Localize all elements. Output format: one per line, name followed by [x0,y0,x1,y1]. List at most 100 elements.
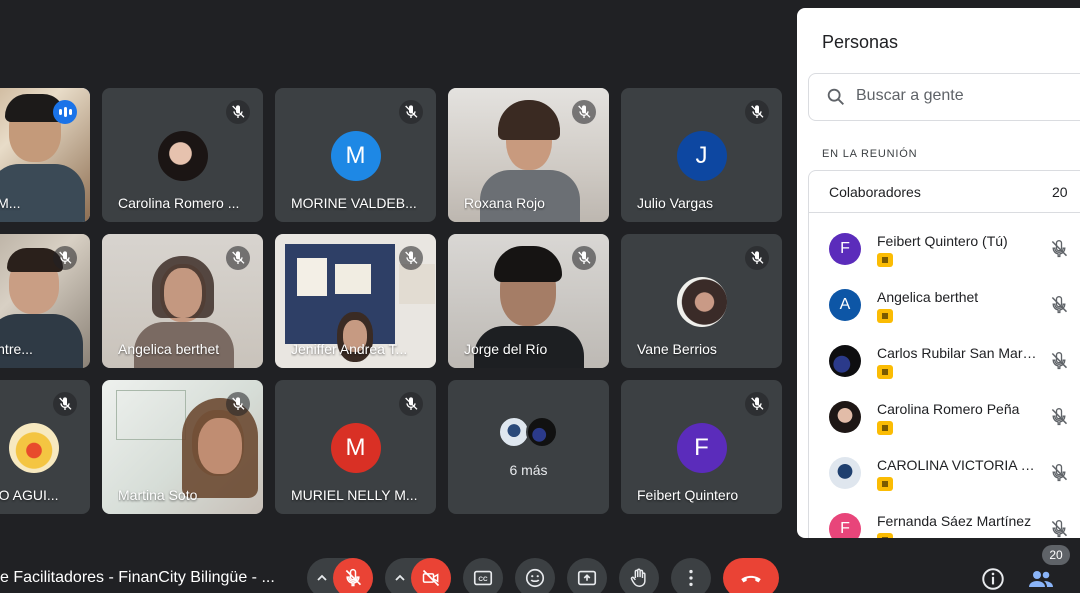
participant-tile[interactable]: Angelica berthet [102,234,263,368]
person-name: CAROLINA VICTORIA C... [877,457,1037,473]
raise-hand-button[interactable] [619,558,659,593]
participant-tile[interactable]: M MORINE VALDEB... [275,88,436,222]
reactions-button[interactable] [515,558,555,593]
mic-off-icon [226,100,250,124]
avatar [829,401,861,433]
mic-off-icon[interactable] [1049,295,1069,320]
captions-button[interactable]: CC [463,558,503,593]
mic-off-icon [53,246,77,270]
avatar [9,423,59,473]
more-options-button[interactable] [671,558,711,593]
person-name: Fernanda Sáez Martínez [877,513,1032,529]
participant-name: MURIEL NELLY M... [291,487,418,503]
participant-name: Feibert Quintero [637,487,739,503]
mic-off-icon[interactable] [1049,463,1069,488]
person-name: Angelica berthet [877,289,979,305]
collaborators-header[interactable]: Colaboradores 20 [809,171,1080,213]
speaking-indicator-icon [53,100,77,124]
search-icon [825,86,847,113]
participant-tile[interactable]: RICARDO AGUI... [0,380,90,514]
mic-toggle-button[interactable] [333,558,373,593]
people-panel: Personas EN LA REUNIÓN Colaboradores 20 … [797,8,1080,538]
person-row[interactable]: Carolina Romero Peña [809,401,1080,457]
person-row[interactable]: A Angelica berthet [809,289,1080,345]
participant-tile[interactable]: F Feibert Quintero [621,380,782,514]
avatar: A [829,289,861,321]
host-badge-icon [877,309,893,323]
avatar: F [829,233,861,265]
section-label: EN LA REUNIÓN [822,148,918,160]
participant-tile[interactable]: M MURIEL NELLY M... [275,380,436,514]
host-badge-icon [877,533,893,538]
mic-off-icon[interactable] [1049,407,1069,432]
participant-tile[interactable]: Carolina Romero ... [102,88,263,222]
avatar [157,131,208,181]
host-badge-icon [877,421,893,435]
participant-name: Jeniffer Andrea T... [291,341,408,357]
avatar [829,457,861,489]
mic-off-icon[interactable] [1049,519,1069,538]
participant-name: Juan Contre... [0,341,33,357]
svg-text:CC: CC [478,576,488,583]
mic-off-icon [399,392,423,416]
participant-tile[interactable]: Jeniffer Andrea T... [275,234,436,368]
leave-call-button[interactable] [723,558,779,593]
avatar: M [330,423,381,473]
more-participants-label: 6 más [509,462,548,478]
person-row[interactable]: CAROLINA VICTORIA C... [809,457,1080,513]
meeting-title: e Facilitadores - FinanCity Bilingüe - .… [0,569,275,586]
participant-tile[interactable]: Vane Berrios [621,234,782,368]
person-name: Feibert Quintero (Tú) [877,233,1008,249]
person-row[interactable]: Carlos Rubilar San Martin [809,345,1080,401]
participant-name: Vane Berrios [637,341,717,357]
avatar [676,277,727,327]
person-row[interactable]: F Feibert Quintero (Tú) [809,233,1080,289]
avatar [829,345,861,377]
people-button[interactable] [1027,566,1055,593]
mic-off-icon [399,100,423,124]
more-participants-tile[interactable]: 6 más [448,380,609,514]
participant-tile[interactable]: Rorales M... [0,88,90,222]
participant-tile[interactable]: Jorge del Río [448,234,609,368]
person-name: Carlos Rubilar San Martin [877,345,1037,361]
avatar: F [676,423,727,473]
host-badge-icon [877,365,893,379]
phone-hangup-icon [741,575,761,583]
participant-tile[interactable]: Roxana Rojo [448,88,609,222]
mic-off-icon [572,100,596,124]
person-row[interactable]: F Fernanda Sáez Martínez [809,513,1080,538]
mic-off-icon [572,246,596,270]
host-badge-icon [877,253,893,267]
avatar: F [829,513,861,538]
present-screen-button[interactable] [567,558,607,593]
avatar: J [676,131,727,181]
group-label: Colaboradores [829,184,921,200]
participant-name: Jorge del Río [464,341,548,357]
mic-off-icon [226,392,250,416]
mic-off-icon[interactable] [1049,351,1069,376]
meet-window: Rorales M... Carolina Romero ... M MORIN… [0,0,1080,593]
camera-options-chevron-up-icon[interactable] [390,568,410,588]
participant-name: Roxana Rojo [464,195,545,211]
participant-name: Rorales M... [0,195,21,211]
search-input[interactable] [856,87,1076,105]
mic-options-chevron-up-icon[interactable] [312,568,332,588]
people-count-badge: 20 [1042,545,1070,565]
participant-name: Carolina Romero ... [118,195,240,211]
search-box[interactable] [808,73,1080,121]
mic-off-icon [53,392,77,416]
panel-title: Personas [822,32,899,52]
host-badge-icon [877,477,893,491]
person-name: Carolina Romero Peña [877,401,1020,417]
camera-toggle-button[interactable] [411,558,451,593]
collaborators-group: Colaboradores 20 F Feibert Quintero (Tú)… [808,170,1080,538]
participant-tile[interactable]: J Julio Vargas [621,88,782,222]
participant-tile[interactable]: Martina Soto [102,380,263,514]
mic-off-icon [745,100,769,124]
meeting-info-button[interactable] [980,566,1006,593]
participant-tile[interactable]: Juan Contre... [0,234,90,368]
mic-off-icon [745,246,769,270]
participant-name: RICARDO AGUI... [0,487,59,503]
mic-off-icon[interactable] [1049,239,1069,264]
participant-name: Julio Vargas [637,195,714,211]
